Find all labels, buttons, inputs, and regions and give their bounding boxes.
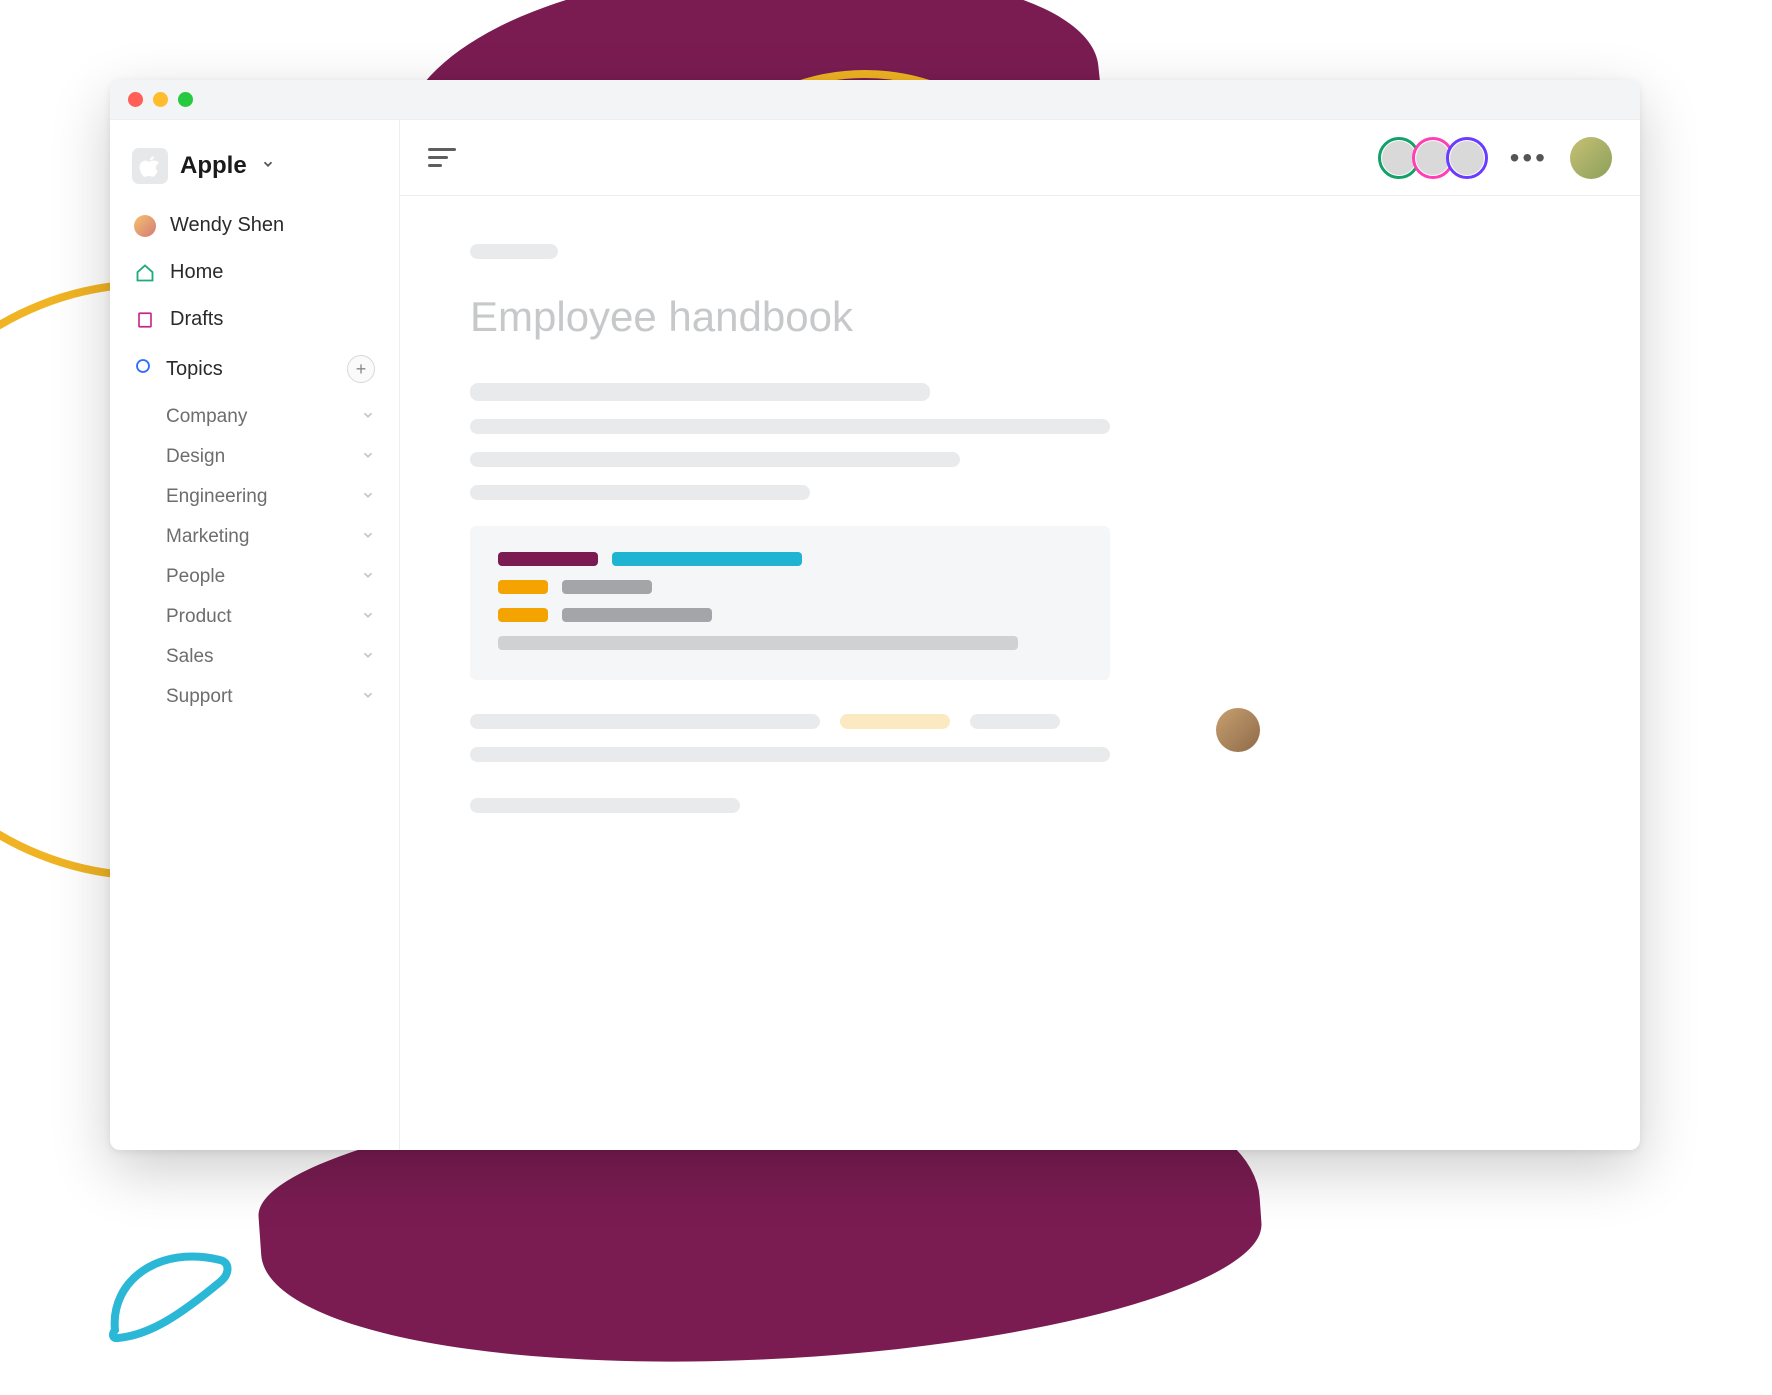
chevron-down-icon — [361, 526, 375, 548]
placeholder-breadcrumb — [470, 244, 558, 259]
avatar-icon — [1416, 141, 1450, 175]
chevron-down-icon — [361, 446, 375, 468]
code-token-string — [612, 552, 802, 566]
code-line — [498, 552, 1082, 566]
decor-blob-blue-bottom-left — [100, 1230, 240, 1350]
topic-label: Company — [166, 406, 247, 428]
chevron-down-icon — [361, 646, 375, 668]
sidebar-topic-people[interactable]: People — [162, 557, 381, 597]
topic-label: Support — [166, 686, 233, 708]
sidebar: Apple Wendy Shen Home Drafts — [110, 120, 400, 1150]
sidebar-user[interactable]: Wendy Shen — [128, 204, 381, 247]
code-token — [562, 608, 712, 622]
window-titlebar — [110, 80, 1640, 120]
placeholder-line — [470, 383, 930, 401]
plus-icon: + — [356, 359, 367, 380]
chevron-down-icon — [361, 486, 375, 508]
chevron-down-icon — [361, 686, 375, 708]
code-token-keyword — [498, 552, 598, 566]
placeholder-line — [470, 485, 810, 500]
menu-toggle-button[interactable] — [428, 148, 456, 168]
ellipsis-icon: ••• — [1510, 142, 1548, 173]
sidebar-topic-support[interactable]: Support — [162, 677, 381, 717]
presence-avatar-3[interactable] — [1446, 137, 1488, 179]
chevron-down-icon — [361, 566, 375, 588]
placeholder-paragraph — [470, 714, 1170, 831]
sidebar-item-label: Home — [170, 261, 223, 284]
sidebar-user-label: Wendy Shen — [170, 214, 284, 237]
topic-label: Design — [166, 446, 225, 468]
code-line — [498, 580, 1082, 594]
sidebar-topic-sales[interactable]: Sales — [162, 637, 381, 677]
topic-label: Engineering — [166, 486, 267, 508]
home-icon — [134, 262, 156, 284]
chevron-down-icon — [361, 406, 375, 428]
workspace-name: Apple — [180, 152, 247, 180]
sidebar-topic-design[interactable]: Design — [162, 437, 381, 477]
placeholder-line — [470, 419, 1110, 434]
document-title: Employee handbook — [470, 293, 1170, 341]
code-token — [498, 636, 1018, 650]
user-avatar-icon — [134, 215, 156, 237]
current-user-avatar[interactable] — [1570, 137, 1612, 179]
topic-label: Marketing — [166, 526, 249, 548]
sidebar-topic-company[interactable]: Company — [162, 397, 381, 437]
topic-label: Sales — [166, 646, 214, 668]
drafts-icon — [134, 309, 156, 331]
topics-icon — [134, 357, 152, 381]
sidebar-item-topics[interactable]: Topics + — [128, 345, 381, 393]
placeholder-line — [470, 452, 960, 467]
avatar-icon — [1450, 141, 1484, 175]
sidebar-item-home[interactable]: Home — [128, 251, 381, 294]
add-topic-button[interactable]: + — [347, 355, 375, 383]
apple-logo-icon — [132, 148, 168, 184]
app-body: Apple Wendy Shen Home Drafts — [110, 120, 1640, 1150]
topic-label: People — [166, 566, 225, 588]
avatar-icon — [1382, 141, 1416, 175]
code-token — [562, 580, 652, 594]
topic-label: Product — [166, 606, 231, 628]
more-options-button[interactable]: ••• — [1504, 142, 1554, 174]
main-column: ••• Employee handbook — [400, 120, 1640, 1150]
workspace-switcher[interactable]: Apple — [128, 142, 381, 200]
placeholder-line — [470, 714, 820, 729]
sidebar-item-drafts[interactable]: Drafts — [128, 298, 381, 341]
document-code-block — [470, 526, 1110, 680]
app-window: Apple Wendy Shen Home Drafts — [110, 80, 1640, 1150]
placeholder-line — [470, 747, 1110, 762]
presence-avatars — [1378, 137, 1488, 179]
placeholder-line — [970, 714, 1060, 729]
code-line — [498, 608, 1082, 622]
sidebar-item-label: Drafts — [170, 308, 223, 331]
window-close-button[interactable] — [128, 92, 143, 107]
code-line — [498, 636, 1082, 650]
window-zoom-button[interactable] — [178, 92, 193, 107]
document-topbar: ••• — [400, 120, 1640, 196]
sidebar-topic-engineering[interactable]: Engineering — [162, 477, 381, 517]
sidebar-topic-product[interactable]: Product — [162, 597, 381, 637]
topics-list: Company Design Engineering Marketing Peo… — [162, 397, 381, 717]
placeholder-highlight — [840, 714, 950, 729]
placeholder-line — [470, 798, 740, 813]
topbar-right: ••• — [1378, 137, 1612, 179]
document-canvas[interactable]: Employee handbook — [400, 196, 1640, 1150]
sidebar-item-label: Topics — [166, 358, 223, 381]
chevron-down-icon — [261, 157, 275, 176]
window-minimize-button[interactable] — [153, 92, 168, 107]
sidebar-topic-marketing[interactable]: Marketing — [162, 517, 381, 557]
comment-avatar[interactable] — [1216, 708, 1260, 752]
code-token-number — [498, 580, 548, 594]
chevron-down-icon — [361, 606, 375, 628]
code-token-number — [498, 608, 548, 622]
